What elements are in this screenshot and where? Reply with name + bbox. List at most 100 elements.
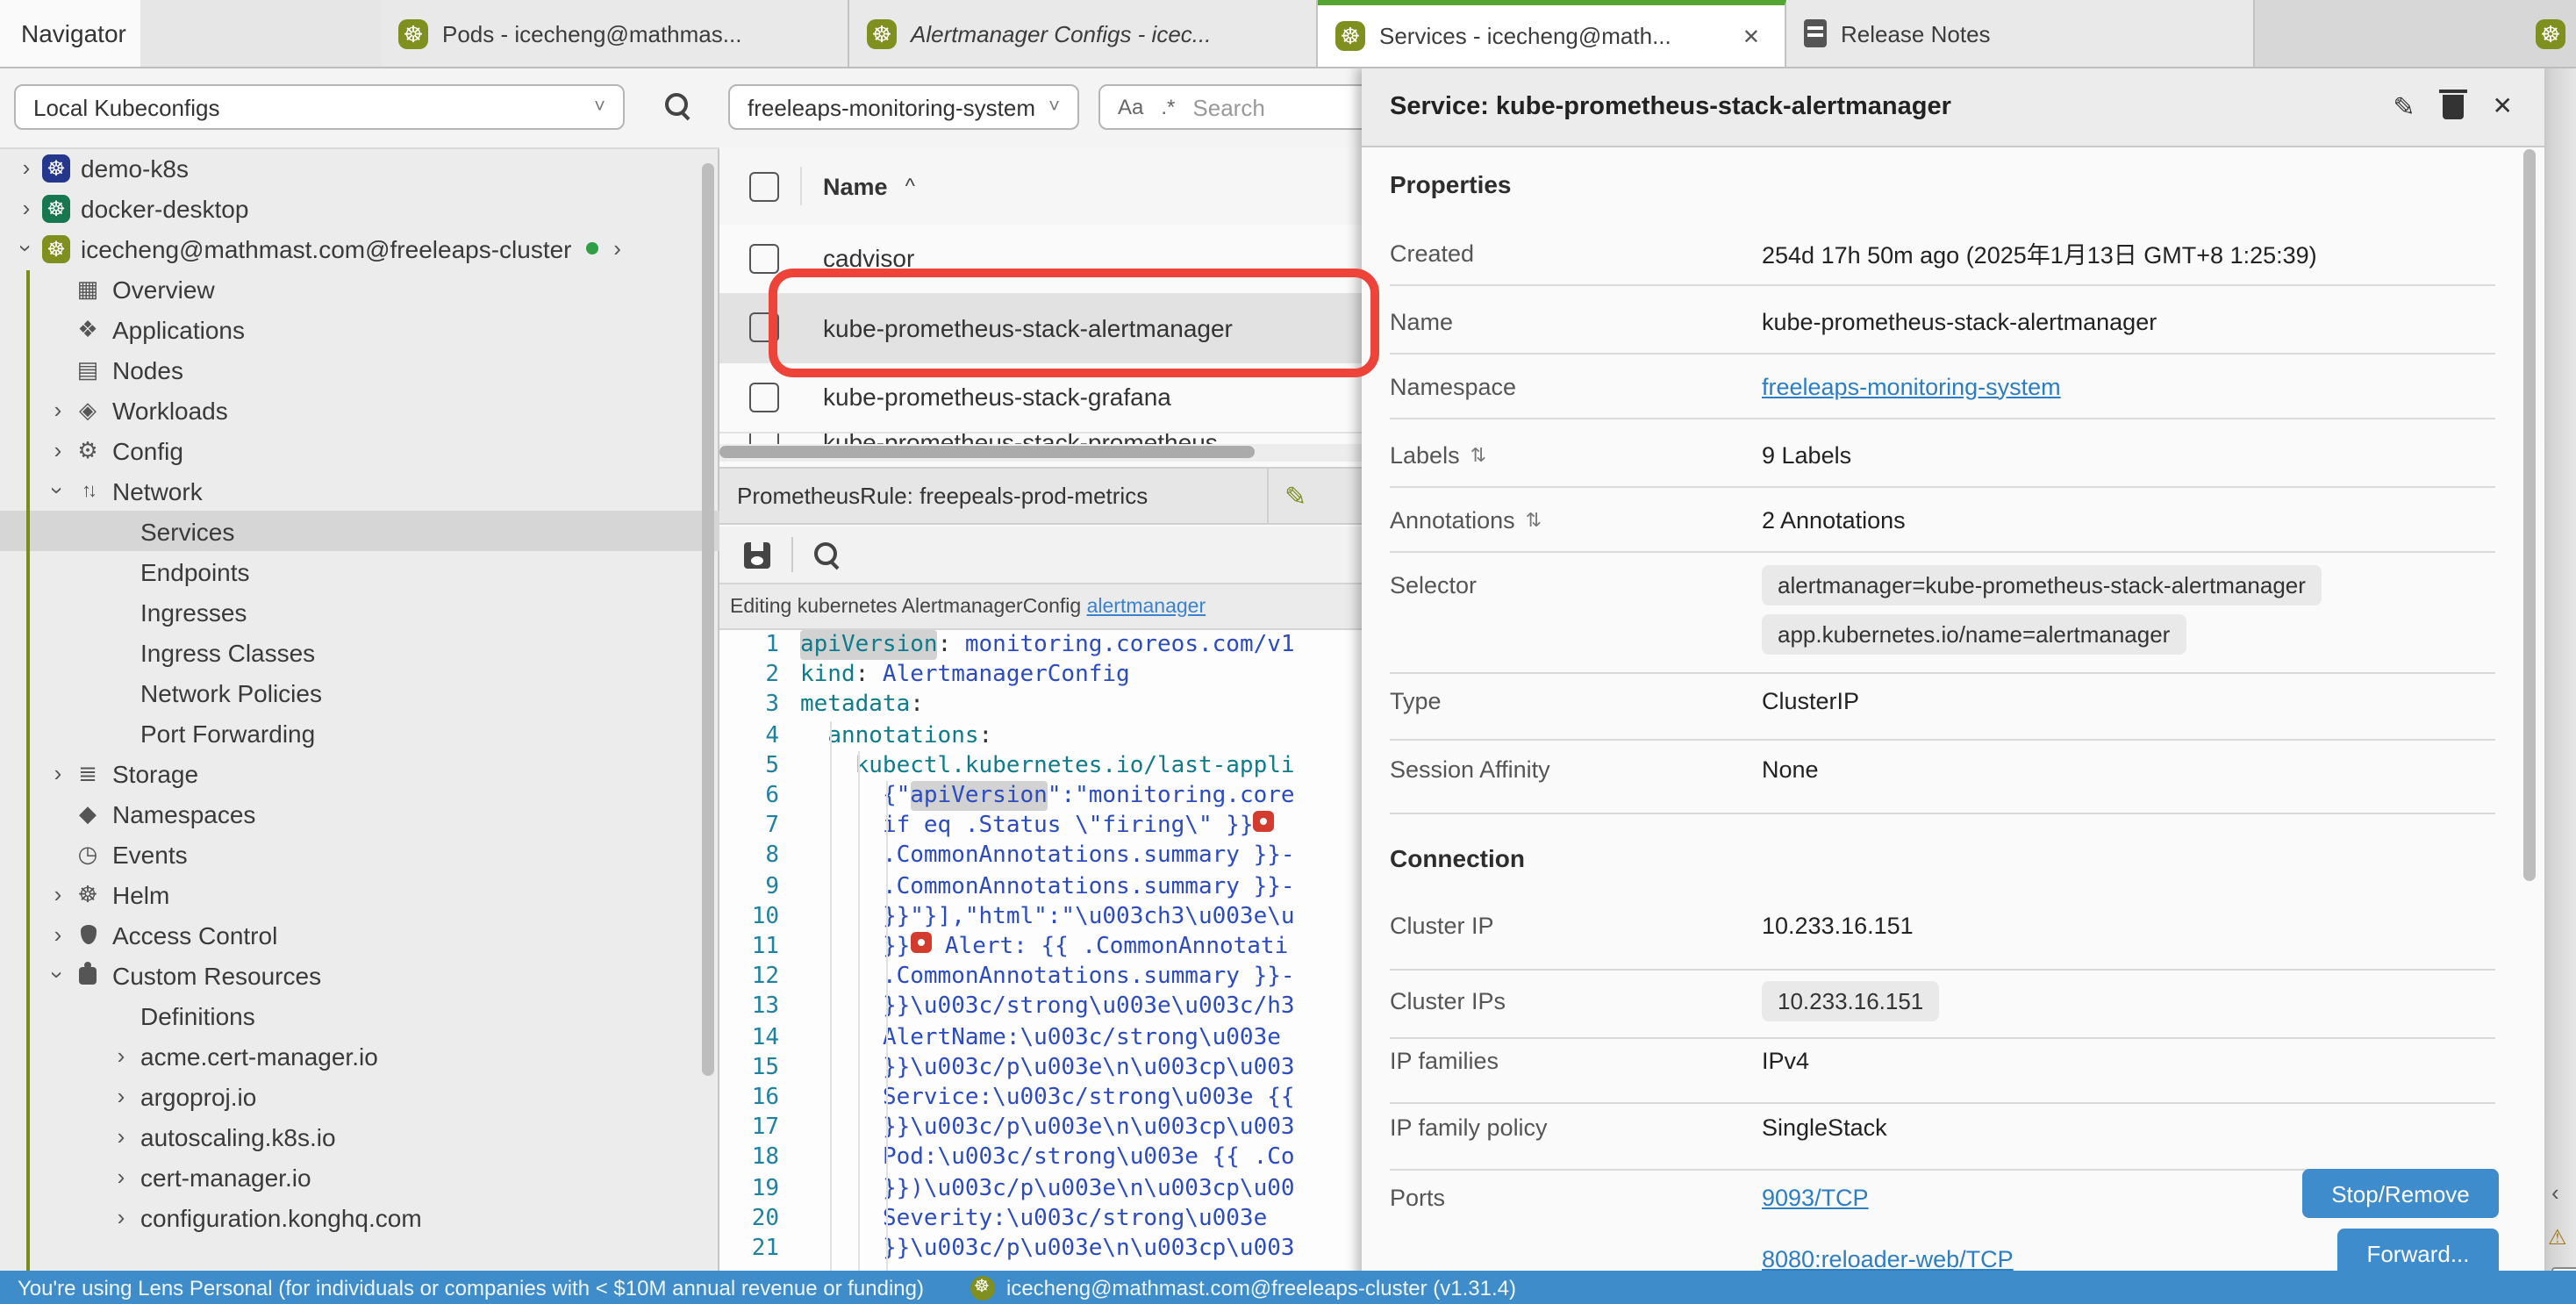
sidebar-item-label: Network Policies bbox=[140, 678, 322, 706]
code-token: : bbox=[979, 720, 993, 750]
sidebar-item-argoproj-io[interactable]: ›argoproj.io bbox=[0, 1076, 719, 1116]
match-case-icon[interactable]: Aa bbox=[1118, 95, 1143, 119]
property-row: IP families IPv4 bbox=[1390, 1035, 2474, 1085]
property-label: Ports bbox=[1390, 1184, 1762, 1210]
row-divider bbox=[1390, 969, 2495, 971]
code-token: metadata bbox=[800, 691, 910, 720]
sort-toggle-icon[interactable]: ⇅ bbox=[1470, 443, 1486, 466]
warning-icon[interactable]: ⚠ bbox=[2548, 1225, 2567, 1250]
navigator-tab[interactable]: Navigator bbox=[0, 0, 140, 67]
sort-asc-icon[interactable]: ^ bbox=[905, 174, 915, 198]
apps-icon: ❖ bbox=[70, 315, 105, 343]
port-link[interactable]: 9093/TCP bbox=[1762, 1184, 1869, 1210]
search-icon[interactable] bbox=[665, 93, 691, 119]
siren-emoji bbox=[910, 932, 931, 953]
chevron-right-icon[interactable]: › bbox=[109, 1204, 133, 1230]
chevron-right-icon[interactable]: › bbox=[605, 235, 630, 262]
kubeconfig-select[interactable]: Local Kubeconfigs ˅ bbox=[14, 84, 625, 130]
chevron-right-icon[interactable]: › bbox=[46, 437, 70, 463]
code-token: : bbox=[910, 691, 924, 720]
property-value: 254d 17h 50m ago (2025年1月13日 GMT+8 1:25:… bbox=[1762, 235, 2317, 270]
name-column-header[interactable]: Name bbox=[823, 173, 888, 199]
sort-toggle-icon[interactable]: ⇅ bbox=[1526, 508, 1542, 531]
sidebar-item-configuration-konghq-com[interactable]: ›configuration.konghq.com bbox=[0, 1197, 719, 1237]
stop-remove-button[interactable]: Stop/Remove bbox=[2302, 1169, 2499, 1218]
drawer-scrollbar[interactable] bbox=[2523, 149, 2536, 881]
sidebar-item-services[interactable]: Services bbox=[0, 511, 719, 551]
sidebar-item-network-policies[interactable]: Network Policies bbox=[0, 672, 719, 713]
row-checkbox[interactable] bbox=[749, 383, 779, 412]
chevron-right-icon[interactable]: › bbox=[46, 921, 70, 948]
editing-resource-link[interactable]: alertmanager bbox=[1087, 596, 1206, 617]
sidebar-item-cert-manager-io[interactable]: ›cert-manager.io bbox=[0, 1157, 719, 1197]
code-token bbox=[800, 1173, 883, 1203]
namespace-select[interactable]: freeleaps-monitoring-system ˅ bbox=[728, 84, 1079, 130]
sidebar-item-config[interactable]: ›⚙Config bbox=[0, 430, 719, 470]
chevron-right-icon[interactable]: › bbox=[109, 1083, 133, 1109]
chevron-right-icon[interactable]: › bbox=[109, 1164, 133, 1190]
sidebar-item-overview[interactable]: ▦Overview bbox=[0, 269, 719, 309]
regex-icon[interactable]: .* bbox=[1161, 95, 1175, 119]
delete-icon[interactable] bbox=[2444, 94, 2465, 118]
close-icon[interactable]: ✕ bbox=[1735, 20, 1767, 52]
chevron-right-icon[interactable]: › bbox=[109, 1042, 133, 1069]
namespace-link[interactable]: freeleaps-monitoring-system bbox=[1762, 373, 2061, 399]
sidebar-item-docker-desktop[interactable]: ›☸docker-desktop bbox=[0, 188, 719, 228]
sidebar-item-network[interactable]: ›↑↓Network bbox=[0, 470, 719, 511]
sidebar-item-events[interactable]: ◷Events bbox=[0, 834, 719, 874]
edit-icon[interactable]: ✎ bbox=[2393, 90, 2415, 122]
chevron-right-icon[interactable]: › bbox=[14, 195, 39, 221]
kubernetes-status-icon: ☸ bbox=[970, 1275, 994, 1300]
sidebar-item-custom-resources[interactable]: ›Custom Resources bbox=[0, 955, 719, 995]
sidebar-item-namespaces[interactable]: ◆Namespaces bbox=[0, 793, 719, 834]
sidebar-item-storage[interactable]: ›≣Storage bbox=[0, 753, 719, 793]
tab-release[interactable]: Release Notes bbox=[1786, 0, 2255, 67]
chevron-right-icon[interactable]: › bbox=[14, 154, 39, 181]
sidebar-item-access-control[interactable]: ›Access Control bbox=[0, 914, 719, 955]
sidebar-item-autoscaling-k8s-io[interactable]: ›autoscaling.k8s.io bbox=[0, 1116, 719, 1157]
property-row: Cluster IPs 10.233.16.151 bbox=[1390, 979, 2474, 1021]
property-row: Selector alertmanager=kube-prometheus-st… bbox=[1390, 563, 2474, 605]
select-all-checkbox[interactable] bbox=[749, 171, 779, 201]
kubernetes-tab-icon[interactable]: ☸ bbox=[2536, 18, 2565, 48]
editor-search-icon[interactable] bbox=[814, 541, 841, 568]
horizontal-scrollbar-thumb[interactable] bbox=[719, 446, 1255, 458]
sidebar-item-acme-cert-manager-io[interactable]: ›acme.cert-manager.io bbox=[0, 1035, 719, 1076]
property-row: Cluster IP 10.233.16.151 bbox=[1390, 900, 2474, 949]
sidebar-item-icecheng-mathmast-com-freeleaps-cluster[interactable]: ›☸icecheng@mathmast.com@freeleaps-cluste… bbox=[0, 228, 719, 269]
row-checkbox[interactable] bbox=[749, 244, 779, 274]
properties-section-header: Properties bbox=[1390, 170, 1512, 198]
chevron-right-icon[interactable]: › bbox=[46, 881, 70, 907]
sidebar-item-nodes[interactable]: ▤Nodes bbox=[0, 349, 719, 390]
bar-separator bbox=[1267, 469, 1269, 523]
tab-pods[interactable]: ☸Pods - icecheng@mathmas... bbox=[381, 0, 849, 67]
port-link[interactable]: 8080:reloader-web/TCP bbox=[1762, 1245, 2014, 1272]
chevron-right-icon[interactable]: › bbox=[46, 397, 70, 423]
sidebar-scrollbar[interactable] bbox=[702, 163, 714, 1076]
sidebar-item-ingresses[interactable]: Ingresses bbox=[0, 591, 719, 632]
kubernetes-icon: ☸ bbox=[42, 234, 70, 262]
sidebar-item-demo-k8s[interactable]: ›☸demo-k8s bbox=[0, 147, 719, 188]
tab-services[interactable]: ☸Services - icecheng@math...✕ bbox=[1318, 0, 1786, 67]
sidebar-item-definitions[interactable]: Definitions bbox=[0, 995, 719, 1035]
line-number: 1 bbox=[719, 630, 800, 660]
line-number: 12 bbox=[719, 962, 800, 992]
sidebar-item-helm[interactable]: ›☸Helm bbox=[0, 874, 719, 914]
sidebar-item-ingress-classes[interactable]: Ingress Classes bbox=[0, 632, 719, 672]
edit-icon[interactable]: ✎ bbox=[1284, 480, 1306, 512]
property-label: Cluster IPs bbox=[1390, 987, 1762, 1014]
chevron-right-icon[interactable]: › bbox=[46, 760, 70, 786]
tab-alertmanager[interactable]: ☸Alertmanager Configs - icec... bbox=[849, 0, 1318, 67]
chevron-right-icon[interactable]: › bbox=[109, 1123, 133, 1150]
sidebar-item-workloads[interactable]: ›◈Workloads bbox=[0, 390, 719, 430]
chevron-down-icon[interactable]: › bbox=[45, 963, 71, 987]
sidebar-item-label: Nodes bbox=[112, 355, 183, 383]
sidebar-item-applications[interactable]: ❖Applications bbox=[0, 309, 719, 349]
sidebar-item-port-forwarding[interactable]: Port Forwarding bbox=[0, 713, 719, 753]
close-icon[interactable]: ✕ bbox=[2493, 91, 2513, 121]
collapse-panel-icon[interactable]: ‹ bbox=[2551, 1179, 2559, 1206]
sidebar-item-endpoints[interactable]: Endpoints bbox=[0, 551, 719, 591]
chevron-down-icon[interactable]: › bbox=[13, 236, 39, 261]
chevron-down-icon[interactable]: › bbox=[45, 478, 71, 503]
save-icon[interactable] bbox=[744, 541, 770, 568]
